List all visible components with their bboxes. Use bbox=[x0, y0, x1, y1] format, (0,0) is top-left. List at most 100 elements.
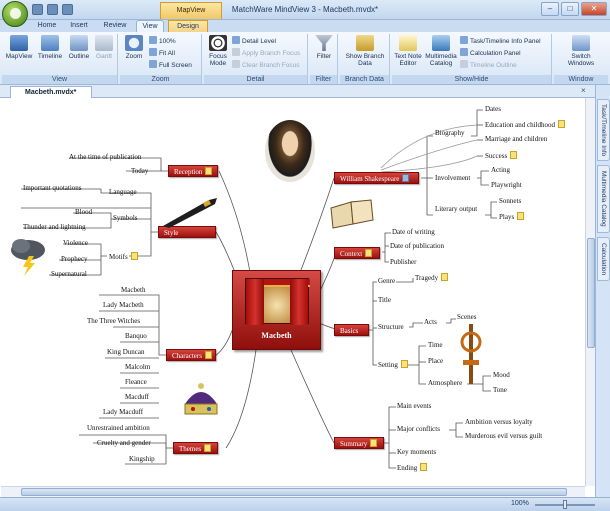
vertical-scroll-thumb[interactable] bbox=[587, 238, 595, 348]
mindmap-canvas[interactable]: Macbeth Reception Style Characters Theme… bbox=[1, 98, 585, 486]
subtopic[interactable]: Acting bbox=[491, 166, 510, 175]
subtopic[interactable]: Marriage and children bbox=[485, 135, 547, 144]
central-topic[interactable]: Macbeth bbox=[232, 270, 321, 350]
tab-home[interactable]: Home bbox=[34, 20, 60, 32]
outline-button[interactable]: Outline bbox=[66, 35, 92, 60]
subtopic[interactable]: Macduff bbox=[125, 393, 149, 402]
zoom-100-button[interactable]: 100% bbox=[149, 36, 176, 45]
multimedia-catalog-button[interactable]: Multimedia Catalog bbox=[424, 35, 458, 67]
horizontal-scrollbar[interactable] bbox=[1, 486, 585, 497]
subtopic[interactable]: Violence bbox=[63, 239, 88, 248]
close-button[interactable]: ✕ bbox=[581, 2, 607, 16]
timeline-outline-button[interactable]: Timeline Outline bbox=[460, 60, 517, 69]
maximize-button[interactable]: □ bbox=[561, 2, 579, 16]
show-branch-data-button[interactable]: Show Branch Data bbox=[342, 35, 388, 67]
subtopic[interactable]: Cruelty and gender bbox=[97, 439, 151, 448]
topic-basics[interactable]: Basics bbox=[334, 324, 369, 336]
subtopic[interactable]: Plays bbox=[499, 212, 525, 222]
subtopic[interactable]: Motifs bbox=[109, 252, 138, 262]
subtopic[interactable]: Unrestrained ambition bbox=[87, 424, 150, 433]
subtopic[interactable]: Tragedy bbox=[415, 273, 449, 283]
topic-characters[interactable]: Characters bbox=[166, 349, 216, 361]
subtopic[interactable]: Prophecy bbox=[61, 255, 87, 264]
tab-calculation[interactable]: Calculation bbox=[597, 237, 610, 281]
clear-branch-focus-button[interactable]: Clear Branch Focus bbox=[232, 60, 299, 69]
subtopic[interactable]: Date of publication bbox=[390, 242, 444, 251]
topic-themes[interactable]: Themes bbox=[173, 442, 218, 454]
subtopic[interactable]: King Duncan bbox=[107, 348, 145, 357]
subtopic[interactable]: Mood bbox=[493, 371, 510, 380]
undo-icon[interactable] bbox=[47, 4, 58, 15]
subtopic[interactable]: Date of writing bbox=[392, 228, 435, 237]
subtopic[interactable]: Setting bbox=[378, 360, 408, 370]
save-icon[interactable] bbox=[32, 4, 43, 15]
tab-review[interactable]: Review bbox=[100, 20, 130, 32]
subtopic[interactable]: Fleance bbox=[125, 378, 147, 387]
subtopic[interactable]: Main events bbox=[397, 402, 431, 411]
timeline-button[interactable]: Timeline bbox=[36, 35, 64, 60]
subtopic[interactable]: Playwright bbox=[491, 181, 522, 190]
subtopic[interactable]: Macbeth bbox=[121, 286, 146, 295]
text-note-editor-button[interactable]: Text Note Editor bbox=[393, 35, 423, 67]
subtopic[interactable]: The Three Witches bbox=[87, 317, 140, 326]
topic-context[interactable]: Context bbox=[334, 247, 380, 259]
tab-view[interactable]: View bbox=[136, 20, 164, 32]
subtopic[interactable]: Structure bbox=[378, 323, 404, 332]
fit-all-button[interactable]: Fit All bbox=[149, 48, 175, 57]
tab-design[interactable]: Design bbox=[168, 20, 208, 32]
tab-insert[interactable]: Insert bbox=[66, 20, 92, 32]
horizontal-scroll-thumb[interactable] bbox=[21, 488, 567, 496]
subtopic[interactable]: Key moments bbox=[397, 448, 436, 457]
subtopic[interactable]: Symbols bbox=[113, 214, 138, 223]
full-screen-button[interactable]: Full Screen bbox=[149, 60, 192, 69]
subtopic[interactable]: Ambition versus loyalty bbox=[465, 418, 533, 427]
subtopic[interactable]: Language bbox=[109, 188, 137, 197]
application-button[interactable] bbox=[2, 1, 28, 27]
subtopic[interactable]: Lady Macbeth bbox=[103, 301, 144, 310]
vertical-scrollbar[interactable] bbox=[585, 98, 595, 486]
subtopic[interactable]: At the time of publication bbox=[69, 153, 141, 162]
subtopic[interactable]: Dates bbox=[485, 105, 501, 114]
subtopic[interactable]: Publisher bbox=[390, 258, 416, 267]
tab-multimedia-catalog[interactable]: Multimedia Catalog bbox=[597, 165, 610, 233]
minimize-button[interactable]: – bbox=[541, 2, 559, 16]
apply-branch-focus-button[interactable]: Apply Branch Focus bbox=[232, 48, 300, 57]
subtopic[interactable]: Thunder and lightning bbox=[23, 223, 86, 232]
subtopic[interactable]: Involvement bbox=[435, 174, 470, 183]
subtopic[interactable]: Title bbox=[378, 296, 391, 305]
subtopic[interactable]: Time bbox=[428, 341, 443, 350]
subtopic[interactable]: Ending bbox=[397, 463, 428, 473]
subtopic[interactable]: Today bbox=[131, 167, 148, 176]
document-tab[interactable]: Macbeth.mvdx* bbox=[10, 86, 92, 98]
subtopic[interactable]: Literary output bbox=[435, 205, 477, 214]
close-document-icon[interactable]: × bbox=[581, 86, 591, 96]
gantt-button[interactable]: Gantt bbox=[93, 35, 115, 60]
subtopic[interactable]: Success bbox=[485, 151, 518, 161]
redo-icon[interactable] bbox=[62, 4, 73, 15]
topic-william-shakespeare[interactable]: William Shakespeare bbox=[334, 172, 419, 184]
subtopic[interactable]: Blood bbox=[75, 208, 92, 217]
subtopic[interactable]: Malcolm bbox=[125, 363, 150, 372]
subtopic[interactable]: Murderous evil versus guilt bbox=[465, 432, 542, 441]
subtopic[interactable]: Place bbox=[428, 357, 443, 366]
calculation-panel-button[interactable]: Calculation Panel bbox=[460, 48, 521, 57]
zoom-button[interactable]: Zoom bbox=[122, 35, 146, 60]
subtopic[interactable]: Acts bbox=[424, 318, 437, 327]
subtopic[interactable]: Banquo bbox=[125, 332, 147, 341]
switch-windows-button[interactable]: Switch Windows bbox=[560, 35, 602, 67]
subtopic[interactable]: Supernatural bbox=[51, 270, 87, 279]
detail-level-dropdown[interactable]: Detail Level bbox=[232, 36, 276, 45]
subtopic[interactable]: Tone bbox=[493, 386, 507, 395]
subtopic[interactable]: Biography bbox=[435, 129, 465, 138]
focus-mode-button[interactable]: Focus Mode bbox=[206, 35, 230, 67]
tab-task-timeline-info[interactable]: Task/Timeline Info bbox=[597, 99, 610, 161]
task-timeline-info-panel-button[interactable]: Task/Timeline Info Panel bbox=[460, 36, 541, 45]
subtopic[interactable]: Sonnets bbox=[499, 197, 521, 206]
subtopic[interactable]: Kingship bbox=[129, 455, 155, 464]
subtopic[interactable]: Lady Macduff bbox=[103, 408, 143, 417]
topic-reception[interactable]: Reception bbox=[168, 165, 218, 177]
subtopic[interactable]: Important quotations bbox=[23, 184, 82, 193]
mapview-button[interactable]: MapView bbox=[4, 35, 34, 60]
subtopic[interactable]: Major conflicts bbox=[397, 425, 440, 434]
zoom-slider-thumb[interactable] bbox=[563, 500, 567, 509]
